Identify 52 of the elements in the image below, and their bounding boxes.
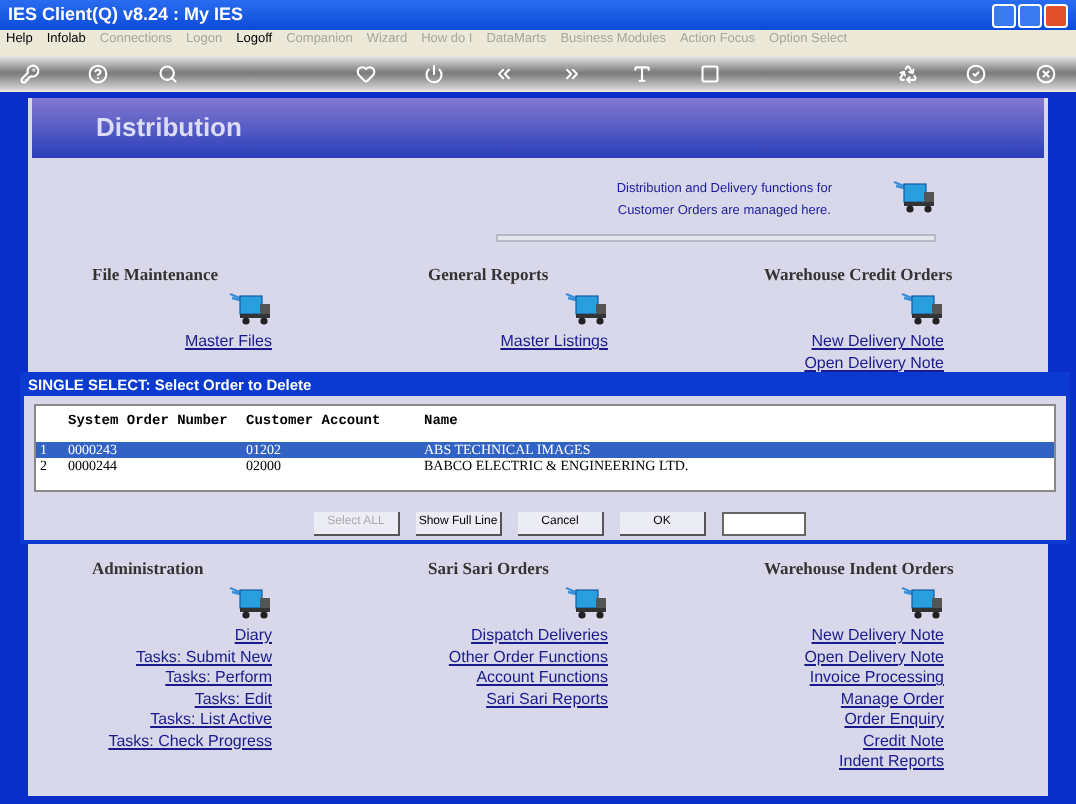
menu-link[interactable]: New Delivery Note: [811, 332, 944, 353]
section-heading: Warehouse Indent Orders: [764, 558, 954, 580]
delivery-truck-icon: [228, 290, 272, 326]
menu-link[interactable]: Invoice Processing: [809, 668, 944, 689]
help-icon[interactable]: [88, 63, 109, 83]
maximize-button[interactable]: [1018, 3, 1042, 27]
section-heading: Warehouse Credit Orders: [764, 264, 953, 286]
delivery-truck-icon: [228, 584, 272, 620]
power-icon[interactable]: [424, 63, 445, 83]
double-left-icon[interactable]: [493, 63, 514, 83]
section-heading: General Reports: [428, 264, 549, 286]
section-heading: Sari Sari Orders: [428, 558, 549, 580]
menu-link[interactable]: Open Delivery Note: [804, 353, 944, 374]
menu-link[interactable]: Credit Note: [863, 731, 944, 752]
menu-link[interactable]: Indent Reports: [839, 752, 944, 773]
page-title: Distribution: [96, 110, 242, 147]
menu-link[interactable]: Tasks: Check Progress: [108, 731, 272, 752]
menu-link[interactable]: Dispatch Deliveries: [471, 626, 608, 647]
menu-link[interactable]: Other Order Functions: [448, 647, 608, 668]
input-field[interactable]: [722, 512, 806, 536]
menu-link[interactable]: Tasks: Edit: [194, 689, 272, 710]
menu-link[interactable]: Tasks: List Active: [150, 710, 272, 731]
close-button[interactable]: [1044, 3, 1068, 27]
minimize-button[interactable]: [992, 3, 1016, 27]
delivery-truck-icon: [892, 178, 936, 214]
section-heading: File Maintenance: [92, 264, 219, 286]
menu-link[interactable]: Sari Sari Reports: [486, 689, 608, 710]
delivery-truck-icon: [564, 290, 608, 326]
heart-icon[interactable]: [355, 63, 376, 83]
window-title: IES Client(Q) v8.24 : My IES: [8, 1, 244, 28]
delivery-truck-icon: [900, 290, 944, 326]
menu-link[interactable]: New Delivery Note: [811, 626, 944, 647]
menu-link[interactable]: Manage Order: [840, 689, 944, 710]
search-icon[interactable]: [157, 63, 178, 83]
section-heading: Administration: [92, 558, 204, 580]
menu-link[interactable]: Order Enquiry: [844, 710, 944, 731]
menu-link[interactable]: Account Functions: [476, 668, 608, 689]
square-icon[interactable]: [700, 63, 721, 83]
recycle-icon[interactable]: [897, 63, 918, 83]
double-right-icon[interactable]: [562, 63, 583, 83]
key-icon[interactable]: [20, 63, 40, 83]
menu-link[interactable]: Open Delivery Note: [804, 647, 944, 668]
delivery-truck-icon: [564, 584, 608, 620]
menu-link[interactable]: Master Listings: [500, 332, 608, 353]
text-icon[interactable]: [631, 63, 652, 83]
check-icon[interactable]: [966, 63, 987, 83]
close-icon[interactable]: [1035, 63, 1056, 83]
menu-link[interactable]: Tasks: Submit New: [135, 647, 272, 668]
delivery-truck-icon: [900, 584, 944, 620]
menu-link[interactable]: Tasks: Perform: [165, 668, 272, 689]
menu-link[interactable]: Master Files: [184, 332, 272, 353]
menu-link[interactable]: Diary: [234, 626, 272, 647]
